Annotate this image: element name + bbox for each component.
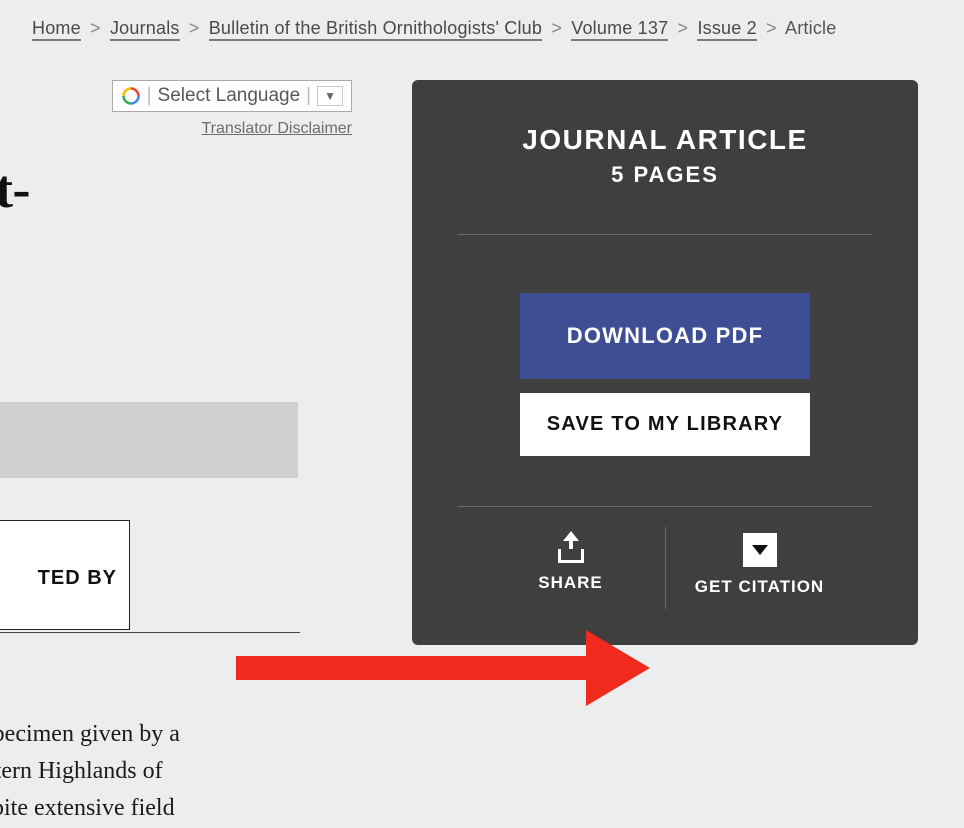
share-label: SHARE [538, 573, 603, 593]
breadcrumb-volume[interactable]: Volume 137 [571, 18, 668, 41]
vertical-divider [665, 527, 666, 609]
breadcrumb-issue[interactable]: Issue 2 [697, 18, 756, 41]
breadcrumb-current: Article [785, 18, 836, 38]
language-selector-row: | Select Language | ▼ Translator Disclai… [90, 80, 352, 138]
language-label: Select Language [158, 85, 301, 107]
breadcrumb-sep: > [678, 18, 689, 38]
title-line-1: ui Owlet- [0, 158, 340, 220]
breadcrumb-sep: > [90, 18, 101, 38]
breadcrumb-sep: > [766, 18, 777, 38]
get-citation-action[interactable]: GET CITATION [670, 527, 850, 597]
chevron-down-icon [743, 533, 777, 567]
share-icon [556, 533, 586, 563]
article-title: ui Owlet- rborghi [0, 158, 340, 280]
divider-icon: | [147, 85, 152, 107]
panel-divider [458, 234, 872, 235]
section-divider [0, 632, 300, 633]
hero-image-placeholder [0, 402, 298, 478]
abstract-text: le specimen given by a Eastern Highlands… [0, 716, 330, 828]
google-translate-icon [121, 86, 141, 106]
download-pdf-button[interactable]: DOWNLOAD PDF [520, 293, 810, 379]
divider-icon: | [306, 85, 311, 107]
share-action[interactable]: SHARE [481, 527, 661, 593]
breadcrumb-sep: > [189, 18, 200, 38]
translator-disclaimer-link[interactable]: Translator Disclaimer [90, 120, 352, 138]
panel-heading: JOURNAL ARTICLE [458, 124, 872, 156]
citation-label: GET CITATION [695, 577, 824, 597]
breadcrumb-journals[interactable]: Journals [110, 18, 180, 41]
annotation-arrow [236, 640, 666, 704]
panel-divider [458, 506, 872, 507]
breadcrumb-sep: > [551, 18, 562, 38]
breadcrumb: Home > Journals > Bulletin of the Britis… [0, 0, 964, 51]
abstract-line: Eastern Highlands of [0, 753, 330, 790]
language-select[interactable]: | Select Language | ▼ [112, 80, 352, 112]
abstract-line: despite extensive field [0, 790, 330, 827]
tab-label: TED BY [38, 567, 117, 589]
title-line-2: rborghi [0, 218, 340, 280]
tab-cited-by[interactable]: TED BY [0, 520, 130, 630]
abstract-line: le specimen given by a [0, 716, 330, 753]
share-citation-row: SHARE GET CITATION [458, 527, 872, 609]
article-actions-panel: JOURNAL ARTICLE 5 PAGES DOWNLOAD PDF SAV… [412, 80, 918, 645]
breadcrumb-home[interactable]: Home [32, 18, 81, 41]
save-library-button[interactable]: SAVE TO MY LIBRARY [520, 393, 810, 456]
page-count: 5 PAGES [458, 162, 872, 188]
chevron-down-icon: ▼ [317, 86, 343, 106]
breadcrumb-journal[interactable]: Bulletin of the British Ornithologists' … [209, 18, 542, 41]
